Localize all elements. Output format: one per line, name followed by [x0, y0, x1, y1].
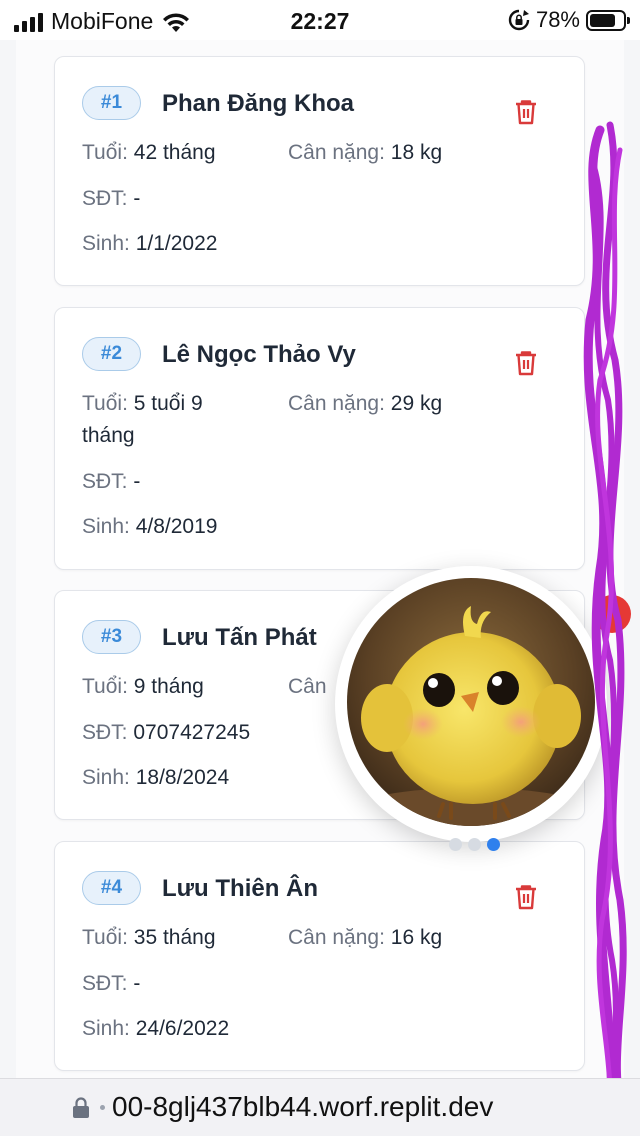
index-badge: #1: [82, 86, 141, 120]
age-field: Tuổi: 35 tháng: [82, 926, 216, 949]
padlock-icon: [73, 1097, 89, 1118]
phone-value: -: [133, 470, 141, 493]
status-bar: MobiFone 22:27 78%: [0, 0, 640, 40]
birth-field: Sinh: 24/6/2022: [82, 1017, 230, 1040]
floating-action-dot[interactable]: [593, 595, 631, 633]
trash-icon[interactable]: [514, 350, 538, 376]
birth-field: Sinh: 4/8/2019: [82, 515, 218, 538]
weight-value: 16 kg: [390, 926, 443, 949]
phone-field: SĐT: 0707427245: [82, 721, 251, 744]
carousel-indicator: [449, 838, 500, 851]
child-name: Lê Ngọc Thảo Vy: [162, 341, 356, 368]
birth-field: Sinh: 1/1/2022: [82, 232, 218, 255]
carousel-dot[interactable]: [468, 838, 481, 851]
rotation-lock-icon: [508, 9, 530, 31]
birth-value: 24/6/2022: [135, 1017, 230, 1040]
child-card[interactable]: #1 Phan Đăng Khoa Tuổi: 42 tháng Cân nặn…: [54, 56, 585, 286]
birth-field: Sinh: 18/8/2024: [82, 766, 230, 789]
trash-icon[interactable]: [514, 884, 538, 910]
weight-field: Cân: [288, 675, 327, 698]
battery-level: [590, 13, 615, 27]
child-card[interactable]: #4 Lưu Thiên Ân Tuổi: 35 tháng Cân nặng:…: [54, 841, 585, 1071]
battery-percent: 78%: [535, 7, 580, 32]
age-value: 5 tuổi 9: [133, 392, 203, 415]
battery-icon: [586, 9, 630, 31]
url-text[interactable]: 00-8glj437blb44.worf.replit.dev: [112, 1091, 493, 1123]
age-field: Tuổi: 42 tháng: [82, 141, 216, 164]
weight-field: Cân nặng: 16 kg: [288, 926, 443, 949]
weight-value: 18 kg: [390, 141, 443, 164]
carousel-dot-active[interactable]: [487, 838, 500, 851]
weight-value: 29 kg: [390, 392, 443, 415]
browser-url-bar[interactable]: 00-8glj437blb44.worf.replit.dev: [0, 1078, 640, 1136]
index-badge: #2: [82, 337, 141, 371]
index-badge: #3: [82, 620, 141, 654]
child-name: Lưu Tấn Phát: [162, 624, 317, 651]
index-badge: #4: [82, 871, 141, 905]
phone-field: SĐT: -: [82, 187, 141, 210]
child-name: Lưu Thiên Ân: [162, 875, 319, 902]
carousel-avatar[interactable]: [335, 566, 607, 842]
carousel-dot[interactable]: [449, 838, 462, 851]
phone-value: 0707427245: [133, 721, 251, 744]
phone-value: -: [133, 972, 141, 995]
child-card[interactable]: #2 Lê Ngọc Thảo Vy Tuổi: 5 tuổi 9 tháng C…: [54, 307, 585, 570]
phone-field: SĐT: -: [82, 972, 141, 995]
trash-icon[interactable]: [514, 99, 538, 125]
birth-value: 1/1/2022: [135, 232, 218, 255]
chick-image: [347, 578, 595, 826]
weight-field: Cân nặng: 18 kg: [288, 141, 443, 164]
phone-value: -: [133, 187, 141, 210]
age-value: 9 tháng: [133, 675, 204, 698]
birth-value: 4/8/2019: [135, 515, 218, 538]
child-name: Phan Đăng Khoa: [162, 90, 355, 117]
weight-field: Cân nặng: 29 kg: [288, 392, 443, 415]
age-field: Tuổi: 9 tháng: [82, 675, 204, 698]
age-value: 42 tháng: [133, 141, 216, 164]
age-value: 35 tháng: [133, 926, 216, 949]
birth-value: 18/8/2024: [135, 766, 230, 789]
phone-field: SĐT: -: [82, 470, 141, 493]
page-content[interactable]: #1 Phan Đăng Khoa Tuổi: 42 tháng Cân nặn…: [0, 40, 640, 1078]
age-value-cont: tháng: [82, 424, 135, 447]
age-field: Tuổi: 5 tuổi 9 tháng: [82, 392, 203, 447]
